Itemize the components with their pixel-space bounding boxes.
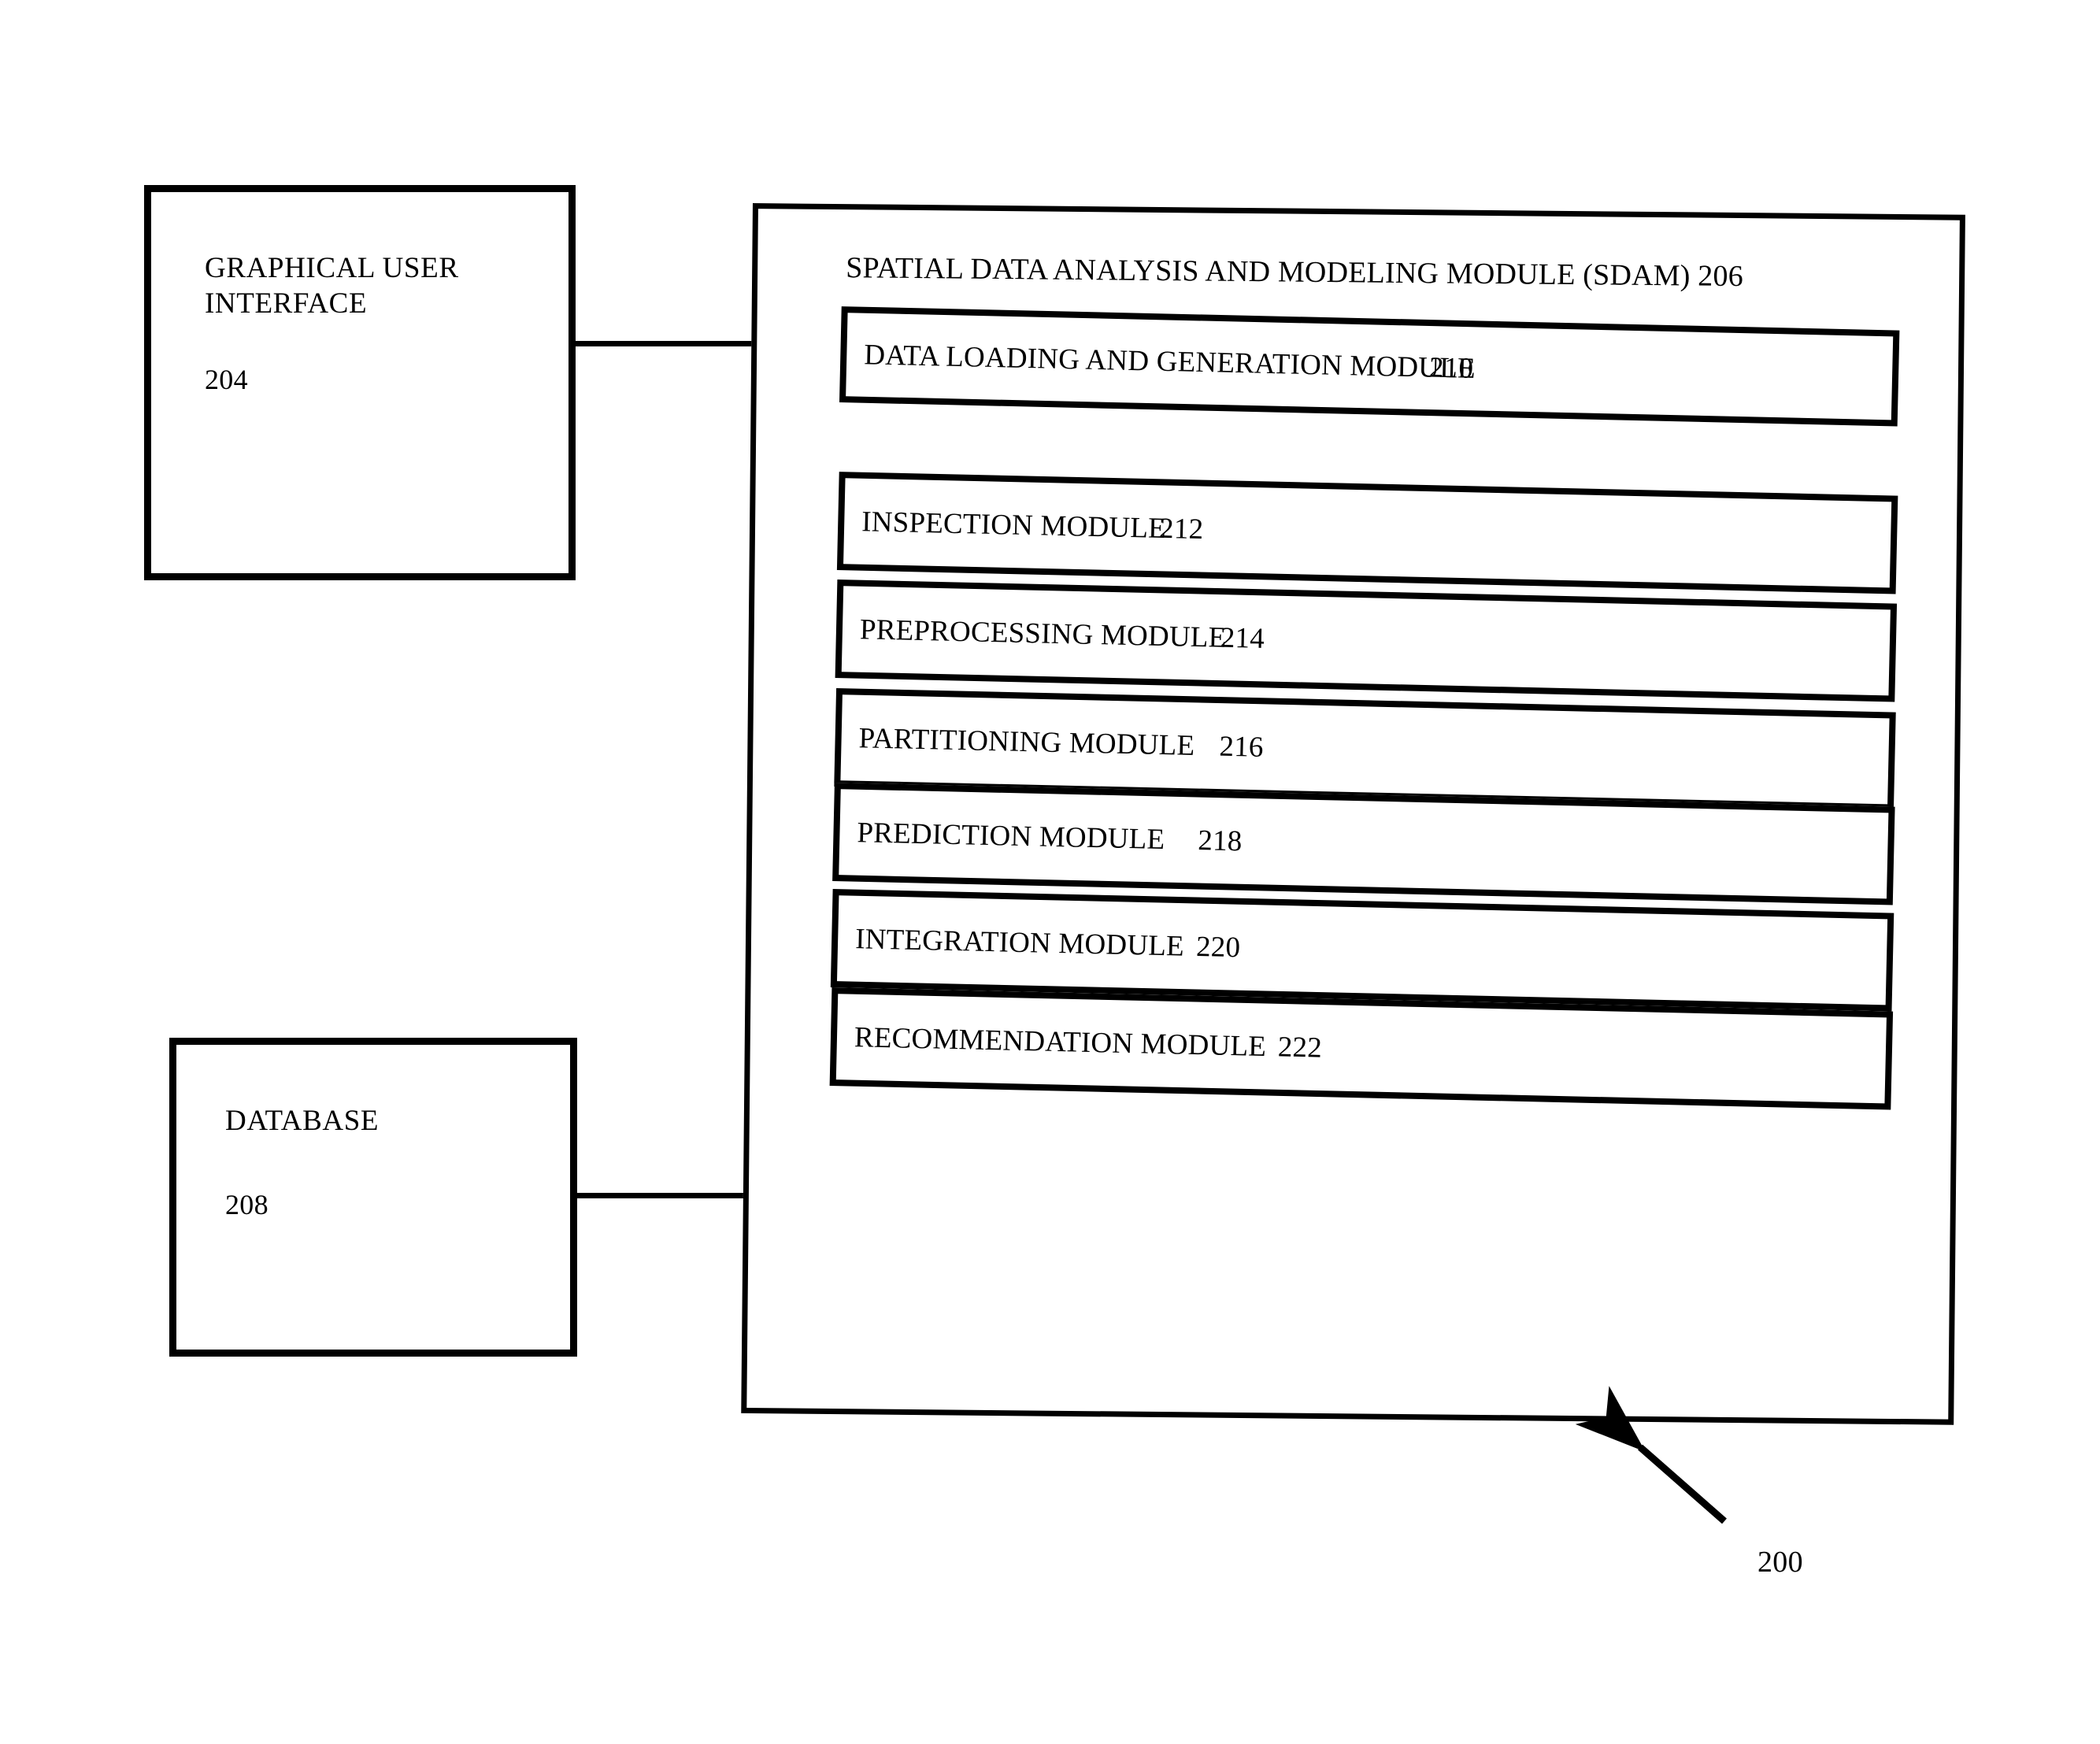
- gui-label-line1: GRAPHICAL USER: [205, 252, 459, 284]
- database-label: DATABASE: [225, 1105, 380, 1137]
- module-numeral: 218: [1197, 824, 1243, 857]
- database-box: DATABASE 208: [169, 1038, 577, 1357]
- module-numeral: 220: [1195, 930, 1241, 964]
- module-name: INTEGRATION MODULE: [854, 922, 1185, 963]
- sdam-header-label: SPATIAL DATA ANALYSIS AND MODELING MODUL…: [846, 251, 1744, 294]
- module-preprocessing-box: PREPROCESSING MODULE 214: [835, 579, 1898, 702]
- module-name: RECOMMENDATION MODULE: [854, 1020, 1267, 1063]
- module-numeral: 214: [1220, 621, 1265, 655]
- sdam-outer-box: SPATIAL DATA ANALYSIS AND MODELING MODUL…: [741, 203, 1965, 1425]
- patent-figure-page: GRAPHICAL USER INTERFACE 204 DATABASE 20…: [0, 0, 2100, 1744]
- module-numeral: 216: [1219, 730, 1265, 764]
- connector-database-to-sdam: [576, 1193, 758, 1198]
- module-name: INSPECTION MODULE: [861, 505, 1167, 545]
- module-numeral: 212: [1158, 512, 1204, 546]
- module-numeral: 222: [1277, 1030, 1323, 1065]
- module-name: DATA LOADING AND GENERATION MODULE: [863, 339, 1476, 385]
- module-name: PARTITIONING MODULE: [858, 721, 1195, 762]
- module-data-loading-and-generation: DATA LOADING AND GENERATION MODULE 210: [839, 306, 1900, 427]
- graphical-user-interface-box: GRAPHICAL USER INTERFACE 204: [144, 185, 576, 580]
- figure-reference-numeral: 200: [1757, 1546, 1803, 1579]
- gui-label-line2: INTERFACE: [205, 287, 368, 320]
- gui-reference-numeral: 204: [205, 364, 248, 395]
- module-numeral: 210: [1428, 351, 1474, 385]
- module-name: PREPROCESSING MODULE: [859, 613, 1227, 654]
- module-inspection-box: INSPECTION MODULE 212: [836, 472, 1898, 594]
- module-name: PREDICTION MODULE: [857, 816, 1165, 856]
- connector-gui-to-sdam: [574, 341, 761, 346]
- database-reference-numeral: 208: [225, 1189, 269, 1220]
- callout-arrow-line: [1575, 1386, 1727, 1524]
